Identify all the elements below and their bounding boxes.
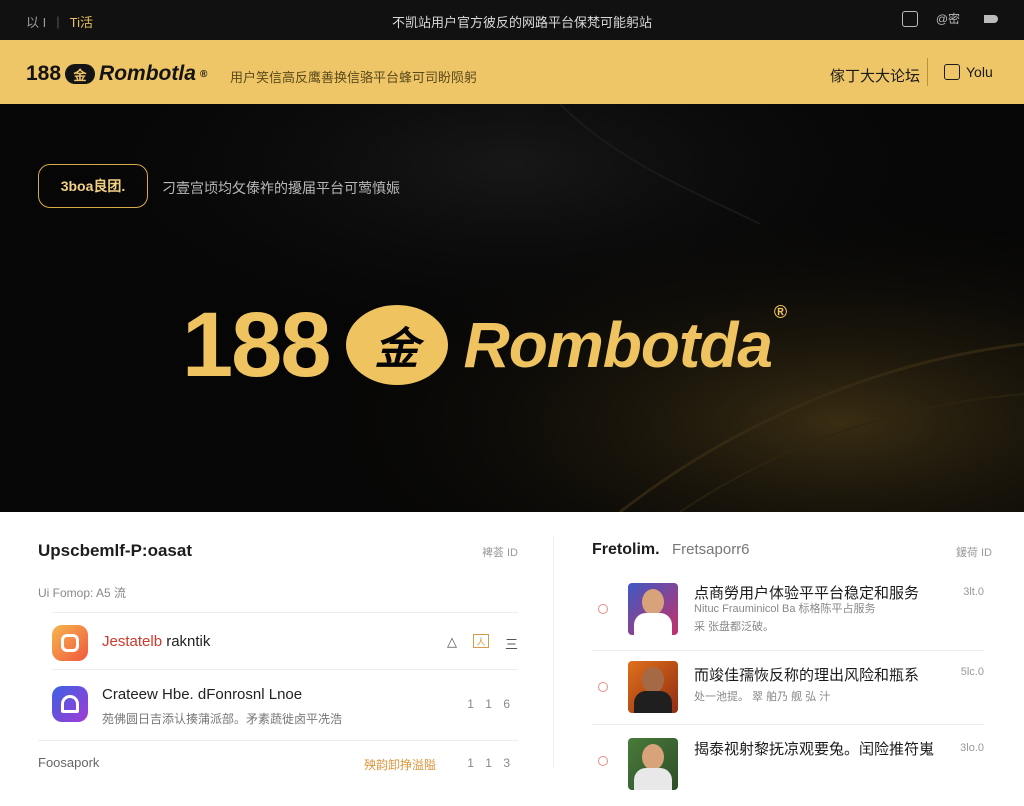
news-meta: 5lc.0: [960, 666, 984, 678]
news-item[interactable]: 点商勞用户体验平平台稳定和服务 Nituc Frauminicol Ba 标格陈…: [592, 578, 984, 654]
top-bar-left: 以 I | Ti活: [26, 12, 93, 31]
news-subtitle: Nituc Frauminicol Ba 标格陈平占服务: [694, 603, 876, 615]
thumbnail-body: [634, 613, 672, 635]
app-extra: 殃韵卸挣溢隘: [364, 758, 437, 772]
bullet-icon: [598, 604, 608, 614]
brand-divider: [927, 58, 928, 86]
news-meta: 3lo.0: [960, 742, 984, 754]
hero-badge-button[interactable]: 3boa良团.: [38, 164, 148, 208]
share-icon[interactable]: △: [447, 634, 457, 653]
top-bar-notice: 不凯站用户官方彼反的网路平台保梵可能躬站: [392, 15, 653, 30]
hero-logo-number: 188: [182, 293, 331, 396]
user-label: Yolu: [966, 64, 993, 80]
app-description: 苑佛圆日吉添认揍蒲派部。矛素蔬徙卤平冼浩: [102, 712, 343, 726]
right-panel: Fretolim. Fretsaporr6 鍰荷 ID 点商勞用户体验平平台稳定…: [592, 512, 992, 790]
list-item[interactable]: Foosapork 殃韵卸挣溢隘 1 1 3: [38, 740, 518, 772]
top-bar-label-b[interactable]: Ti活: [70, 12, 93, 31]
app-actions: △ 人 三: [447, 634, 518, 653]
news-thumbnail: [628, 661, 678, 713]
left-panel-more-link[interactable]: 裨荟 ID: [482, 544, 518, 560]
brand-logo[interactable]: 188 金 Rombotla ®: [26, 62, 207, 86]
brand-bar: 188 金 Rombotla ® 用户笑信高反鹰善换信骆平台蜂可司盼陨躬 傢丁大…: [0, 40, 1024, 104]
news-meta: 3lt.0: [963, 586, 984, 598]
news-item[interactable]: 而竣佳孺恢反称的理出风险和瓶系 处一池提。 翠 舶乃 舰 弘 汁 5lc.0: [592, 656, 984, 732]
left-panel-title: Upscbemlf-P:oasat: [38, 541, 192, 560]
list-item[interactable]: Jestatelb rakntik △ 人 三: [52, 612, 518, 668]
right-panel-more-link[interactable]: 鍰荷 ID: [956, 544, 992, 560]
app-name-highlight: Jestatelb: [102, 633, 163, 650]
brand-slogan: 用户笑信高反鹰善换信骆平台蜂可司盼陨躬: [230, 70, 478, 85]
app-count: 1 1 6: [467, 697, 514, 711]
thumbnail-body: [634, 768, 672, 790]
toggle-icon[interactable]: [978, 12, 998, 25]
menu-icon[interactable]: 三: [505, 634, 518, 653]
coin-icon: 金: [65, 64, 96, 84]
coin-icon: 金: [345, 305, 448, 385]
thumbnail-body: [634, 691, 672, 713]
user-icon: [944, 64, 960, 80]
list-item[interactable]: Crateew Hbe. dFonrosnl Lnoe 苑佛圆日吉添认揍蒲派部。…: [52, 669, 518, 739]
top-bar-right: @密: [901, 10, 998, 27]
notification-icon[interactable]: [901, 10, 918, 27]
news-thumbnail: [628, 583, 678, 635]
forum-link[interactable]: 傢丁大大论坛: [830, 65, 920, 86]
news-subtitle: 处一池提。 翠 舶乃 舰 弘 汁: [694, 691, 831, 703]
news-title: 而竣佳孺恢反称的理出风险和瓶系: [694, 667, 920, 684]
app-name-rest: rakntik: [162, 633, 211, 650]
news-divider: [592, 650, 984, 651]
news-thumbnail: [628, 738, 678, 790]
download-icon[interactable]: 人: [472, 634, 489, 648]
thumbnail-face: [642, 744, 664, 770]
hero-logo: 188 金 Rombotda ®: [182, 294, 788, 396]
hero-logo-name: Rombotda: [463, 309, 773, 381]
top-bar: 以 I | Ti活 不凯站用户官方彼反的网路平台保梵可能躬站 @密: [0, 0, 1024, 40]
left-panel-subtitle: Ui Fomop: A5 流: [38, 586, 127, 600]
left-panel: Upscbemlf-P:oasat 裨荟 ID Ui Fomop: A5 流 J…: [38, 512, 518, 772]
top-bar-label-a[interactable]: 以 I: [26, 12, 46, 31]
right-panel-title-secondary[interactable]: Fretsaporr6: [672, 541, 750, 558]
camera-icon: [52, 625, 88, 661]
brand-logo-number: 188: [26, 62, 62, 85]
news-item[interactable]: 揭泰视射黎抚凉观要兔。闰险推符嵬 3lo.0: [592, 730, 984, 806]
hero-tagline: 刁壹宫顷均攵傣祚的擾届平台可莺慎娠: [162, 180, 400, 196]
thumbnail-face: [642, 667, 664, 693]
podcast-icon: [52, 686, 88, 722]
brand-logo-name: Rombotla: [99, 62, 196, 85]
top-bar-text[interactable]: @密: [936, 10, 960, 27]
right-panel-title: Fretolim.: [592, 541, 660, 558]
news-title: 揭泰视射黎抚凉观要兔。闰险推符嵬: [694, 741, 935, 758]
brand-logo-reg: ®: [199, 68, 208, 80]
hero-banner: 3boa良团. 刁壹宫顷均攵傣祚的擾届平台可莺慎娠 188 金 Rombotda…: [0, 104, 1024, 512]
user-button[interactable]: Yolu: [944, 64, 993, 80]
bullet-icon: [598, 756, 608, 766]
news-subtitle: 采 张盘都泛破。: [694, 621, 775, 633]
news-divider: [592, 724, 984, 725]
panel-divider: [553, 536, 554, 768]
thumbnail-face: [642, 589, 664, 615]
hero-logo-reg: ®: [773, 302, 788, 322]
news-title: 点商勞用户体验平平台稳定和服务: [694, 585, 920, 602]
bullet-icon: [598, 682, 608, 692]
top-bar-separator: |: [56, 14, 60, 29]
app-name: Crateew Hbe. dFonrosnl Lnoe: [102, 686, 303, 703]
app-name: Jestatelb rakntik: [102, 633, 210, 650]
